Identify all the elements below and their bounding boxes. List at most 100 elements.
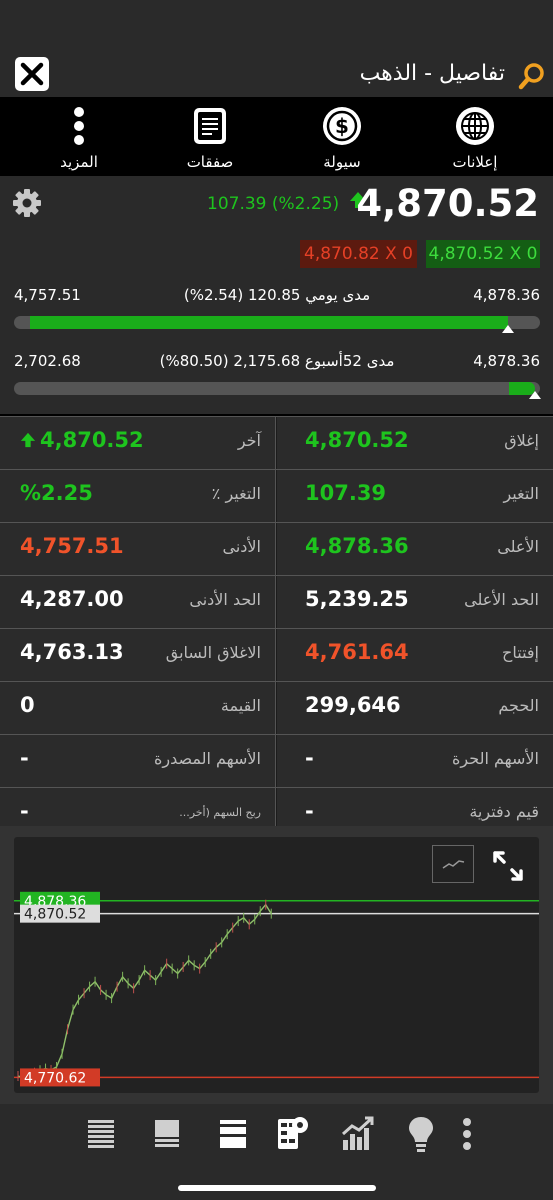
dollar-icon: $: [323, 107, 361, 145]
stat-value: 4,287.00: [20, 587, 124, 611]
stat-label: الأسهم الحرة: [452, 749, 539, 768]
stat-value: 5,239.25: [305, 587, 409, 611]
tools-icon[interactable]: [276, 1114, 310, 1154]
stat-cell: الأدنى 4,757.51: [0, 523, 276, 576]
stat-label: آخر: [237, 431, 261, 450]
stat-cell: إفتتاح 4,761.64: [277, 629, 553, 682]
stats-row: الحد الأدنى 4,287.00 الحد الأعلى 5,239.25: [0, 575, 553, 629]
stat-value-wrap: 4,287.00: [20, 587, 124, 611]
search-icon[interactable]: [517, 61, 547, 91]
stats-row: الاغلاق السابق 4,763.13 إفتتاح 4,761.64: [0, 628, 553, 682]
ads-label: إعلانات: [452, 153, 498, 171]
more-icon[interactable]: [450, 1114, 484, 1154]
stats-row: ربح السهم (أخر... - قيم دفترية -: [0, 787, 553, 826]
daily-range-label: مدى يومي 120.85 (2.54%): [183, 286, 371, 304]
stat-value: -: [305, 799, 314, 823]
ads-button[interactable]: إعلانات: [430, 105, 520, 175]
stats-grid: آخر 4,870.52 إغلاق 4,870.52 التغير ٪ %2.25 الت…: [0, 416, 553, 826]
more-button[interactable]: المزيد: [34, 105, 124, 175]
stats-row: القيمة 0 الحجم 299,646: [0, 681, 553, 735]
svg-text:$: $: [335, 114, 349, 138]
close-button[interactable]: [15, 57, 49, 91]
title-bar: تفاصيل - الذهب: [0, 55, 553, 97]
week52-range-label: مدى 52أسبوع 2,175.68 (80.50%): [159, 352, 395, 370]
price-series-line: [17, 903, 272, 1079]
stat-label: الحد الأعلى: [464, 590, 539, 609]
stat-value: -: [20, 799, 29, 823]
trades-button[interactable]: صفقات: [165, 105, 255, 175]
stat-label: التغير: [503, 484, 539, 503]
sectors-icon[interactable]: [150, 1114, 184, 1154]
stat-value: 4,878.36: [305, 534, 409, 558]
stat-value: 4,870.52: [40, 428, 144, 452]
stat-cell: التغير ٪ %2.25: [0, 470, 276, 523]
stat-cell: الأعلى 4,878.36: [277, 523, 553, 576]
price-chart[interactable]: 4,878.36 4,870.52 4,770.62: [14, 837, 539, 1093]
stat-cell: قيم دفترية -: [277, 788, 553, 826]
stat-label: القيمة: [220, 696, 261, 715]
stat-value-wrap: 4,870.52: [20, 428, 144, 452]
gear-icon[interactable]: [12, 188, 42, 218]
stat-label: إفتتاح: [502, 643, 539, 662]
stat-value: -: [305, 746, 314, 770]
stat-cell: آخر 4,870.52: [0, 417, 276, 470]
globe-icon: [456, 107, 494, 145]
stat-value-wrap: %2.25: [20, 481, 93, 505]
week52-range-bar: [14, 382, 541, 399]
stat-value-wrap: 0: [20, 693, 35, 717]
stat-value: 107.39: [305, 481, 387, 505]
chart-type-button[interactable]: [432, 845, 474, 883]
stat-label: قيم دفترية: [469, 802, 539, 821]
stats-row: الأدنى 4,757.51 الأعلى 4,878.36: [0, 522, 553, 576]
stat-cell: الحجم 299,646: [277, 682, 553, 735]
document-icon: [194, 108, 226, 144]
liquidity-label: سيولة: [323, 153, 361, 171]
week52-range-marker: [528, 391, 541, 399]
stat-value: %2.25: [20, 481, 93, 505]
toolbar: إعلانات $ سيولة صفقات المزيد: [0, 97, 553, 176]
quote-panel: 107.39 (%2.25) 4,870.52 4,870.82 X 0 4,8…: [0, 176, 553, 414]
page-title: تفاصيل - الذهب: [359, 61, 505, 86]
status-bar: [0, 0, 553, 55]
change-text: 107.39 (%2.25): [207, 194, 340, 214]
stat-value: -: [20, 746, 29, 770]
last-price: 4,870.52: [356, 182, 539, 225]
line-chart-icon: [442, 860, 465, 869]
stats-row: الأسهم المصدرة - الأسهم الحرة -: [0, 734, 553, 788]
stat-label: التغير ٪: [211, 484, 261, 503]
stat-cell: الحد الأدنى 4,287.00: [0, 576, 276, 629]
stat-label: الأعلى: [497, 537, 539, 556]
expand-icon[interactable]: [491, 849, 525, 883]
trades-label: صفقات: [186, 153, 234, 171]
low-level-label: 4,770.62: [24, 1070, 86, 1086]
change-summary: 107.39 (%2.25): [207, 191, 367, 214]
chart-panel: 4,878.36 4,870.52 4,770.62: [0, 826, 553, 1104]
stat-cell: ربح السهم (أخر... -: [0, 788, 276, 826]
ask-quote: 4,870.82 X 0: [300, 240, 417, 268]
liquidity-button[interactable]: $ سيولة: [297, 105, 387, 175]
week52-range-labels: 2,702.68 مدى 52أسبوع 2,175.68 (80.50%) 4…: [14, 352, 540, 372]
market-list-icon[interactable]: [84, 1114, 118, 1154]
stat-label: الأدنى: [222, 537, 261, 556]
bid-quote: 4,870.52 X 0: [426, 240, 540, 268]
stat-cell: القيمة 0: [0, 682, 276, 735]
stat-value: 4,761.64: [305, 640, 409, 664]
stat-label: الاغلاق السابق: [165, 643, 261, 662]
chart-icon[interactable]: [340, 1114, 374, 1154]
home-indicator: [178, 1185, 376, 1191]
watchlist-icon[interactable]: [216, 1114, 250, 1154]
arrow-up-icon: [20, 432, 36, 448]
daily-range-fill: [30, 316, 509, 329]
stat-label: إغلاق: [504, 431, 539, 450]
stat-cell: التغير 107.39: [277, 470, 553, 523]
ideas-icon[interactable]: [404, 1114, 438, 1154]
last-level-label: 4,870.52: [24, 907, 86, 923]
stat-cell: الأسهم الحرة -: [277, 735, 553, 788]
stat-value-wrap: 4,763.13: [20, 640, 124, 664]
stat-cell: الأسهم المصدرة -: [0, 735, 276, 788]
close-icon: [20, 62, 44, 86]
stat-value-wrap: -: [20, 799, 29, 823]
daily-range-labels: 4,757.51 مدى يومي 120.85 (2.54%) 4,878.3…: [14, 286, 540, 306]
stat-cell: الحد الأعلى 5,239.25: [277, 576, 553, 629]
vertical-dots-icon: [74, 107, 84, 145]
